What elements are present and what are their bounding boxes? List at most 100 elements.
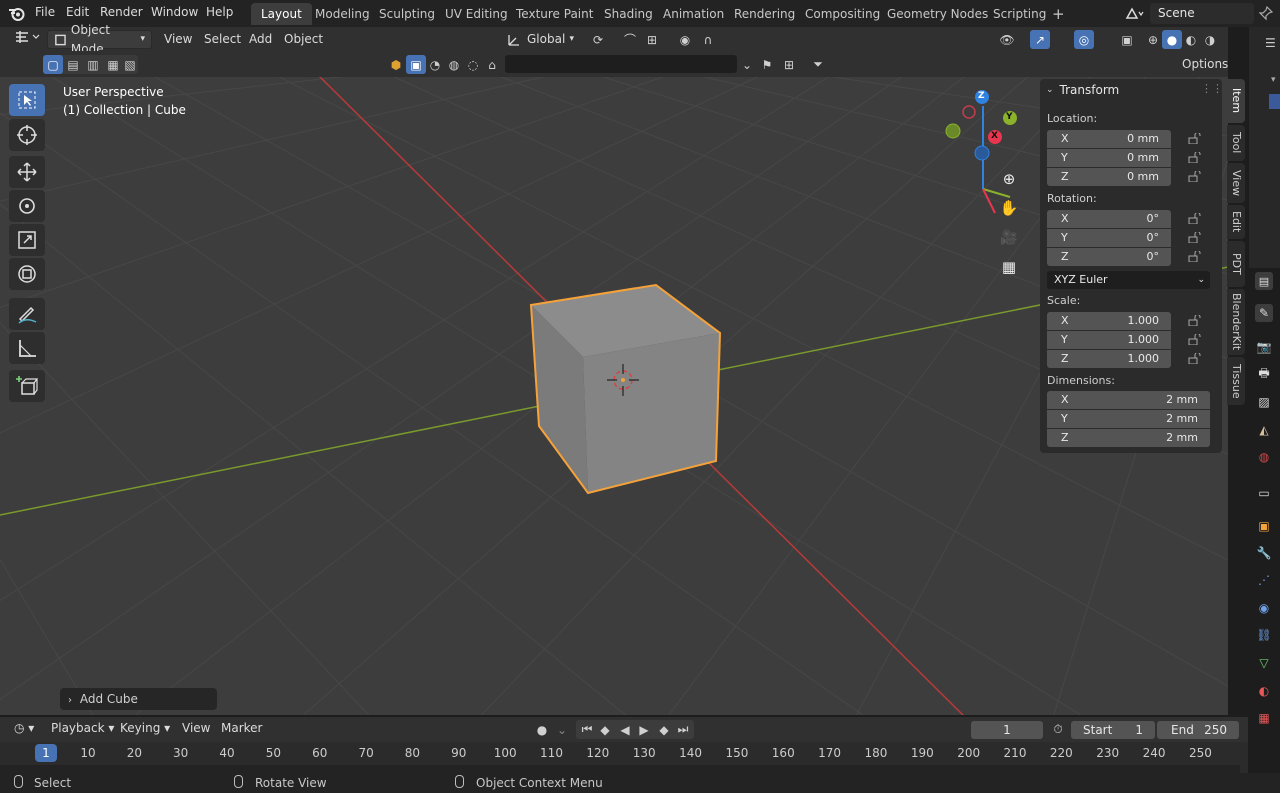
scale-z-field[interactable]: Z 1.000 [1047,350,1171,368]
measure-tool[interactable] [9,332,45,364]
scene-selector[interactable]: Scene [1150,3,1254,24]
fold-icon[interactable]: ⌄ [737,55,757,74]
last-operator-panel[interactable]: › Add Cube [60,688,217,710]
marker-menu[interactable]: Marker [215,719,268,738]
wireframe-shading-icon[interactable]: ⊕ [1143,30,1163,49]
jump-start-icon[interactable]: ⏮ [577,720,597,739]
rotation-z-field[interactable]: Z 0° [1047,248,1171,266]
tab-blenderkit[interactable]: BlenderKit [1227,289,1245,355]
tab-tissue[interactable]: Tissue [1227,357,1245,405]
timeline-body[interactable] [0,765,1248,773]
perspective-toggle-icon[interactable]: ▦ [996,254,1022,280]
pan-hand-icon[interactable]: ✋ [996,195,1022,221]
scale-tool[interactable] [9,224,45,256]
proportional-editing-icon[interactable]: ◉ [675,30,695,49]
pin-icon[interactable] [1258,5,1274,21]
select-intersect-icon[interactable]: ▧ [120,55,140,74]
transform-tool[interactable] [9,258,45,290]
playback-menu[interactable]: Playback ▾ [45,719,120,738]
gizmo-neg-z-icon[interactable] [974,145,990,161]
rotation-x-field[interactable]: X 0° [1047,210,1171,228]
collection-properties-icon[interactable]: ▭ [1255,484,1273,502]
scale-x-field[interactable]: X 1.000 [1047,312,1171,330]
dimensions-y-field[interactable]: Y 2 mm [1047,410,1210,428]
outliner-selected-row[interactable] [1269,94,1280,109]
lock-icon[interactable] [1188,334,1201,345]
data-properties-icon[interactable]: ▽ [1255,654,1273,672]
add-workspace-button[interactable]: + [1042,3,1075,25]
properties-editor-icon[interactable]: ▤ [1255,272,1273,290]
cube-object[interactable] [529,283,722,495]
select-new-icon[interactable]: ▢ [43,55,63,74]
location-z-field[interactable]: Z 0 mm [1047,168,1171,186]
gizmo-neg-x-icon[interactable] [962,105,976,119]
move-tool[interactable] [9,156,45,188]
play-reverse-icon[interactable]: ◀ [615,720,635,739]
render-properties-icon[interactable]: 📷 [1255,338,1273,356]
tab-pdt[interactable]: PDT [1227,241,1245,287]
drag-handle-icon[interactable]: ⋮⋮ [1201,82,1223,95]
cursor-tool[interactable] [9,119,45,151]
annotate-tool[interactable] [9,298,45,330]
lock-icon[interactable] [1188,213,1201,224]
select-menu[interactable]: Select [198,30,247,49]
scale-y-field[interactable]: Y 1.000 [1047,331,1171,349]
zoom-icon[interactable]: ⊕ [996,166,1022,192]
add-cube-tool[interactable] [9,370,45,402]
visibility-icon[interactable]: 👁 [997,30,1017,49]
solid-shading-icon[interactable]: ● [1162,30,1182,49]
rotate-tool[interactable] [9,190,45,222]
menu-file[interactable]: File [35,5,55,19]
menu-help[interactable]: Help [206,5,233,19]
select-extend-icon[interactable]: ▤ [63,55,83,74]
outliner-panel[interactable]: ☰ ▾ [1249,27,1280,268]
object-properties-icon[interactable]: ▣ [1255,517,1273,535]
scene-icon[interactable] [1125,6,1145,21]
jump-keyframe-back-icon[interactable]: ◆ [595,720,615,739]
filter-all-icon[interactable]: ⬢ [386,55,406,74]
material-properties-icon[interactable]: ◐ [1255,682,1273,700]
record-icon[interactable]: ● [532,720,552,739]
chevron-down-icon[interactable]: ⌄ [552,720,572,739]
menu-edit[interactable]: Edit [66,5,89,19]
lock-icon[interactable] [1188,251,1201,262]
view-menu[interactable]: View [158,30,198,49]
timeline-ruler[interactable]: 1 10 20 30 40 50 60 70 80 90 100 110 120 130 140 150 160… [0,742,1248,765]
location-y-field[interactable]: Y 0 mm [1047,149,1171,167]
gizmo-neg-y-icon[interactable] [945,123,961,139]
filter-mesh-icon[interactable]: ▣ [406,55,426,74]
layout-icon[interactable]: ⊞ [779,55,799,74]
lock-icon[interactable] [1188,353,1201,364]
filter-empty-icon[interactable]: ⌂ [482,55,502,74]
add-menu[interactable]: Add [243,30,278,49]
play-icon[interactable]: ▶ [634,720,654,739]
transform-panel-header[interactable]: ⌄ Transform [1046,83,1119,97]
jump-keyframe-forward-icon[interactable]: ◆ [654,720,674,739]
lock-icon[interactable] [1188,232,1201,243]
tab-animation[interactable]: Animation [653,3,734,25]
tab-compositing[interactable]: Compositing [795,3,890,25]
timeline-scrollbar[interactable] [1240,742,1248,773]
jump-end-icon[interactable]: ⏭ [673,720,693,739]
tab-edit[interactable]: Edit [1227,205,1245,239]
particles-icon[interactable]: ⋰ [1255,571,1273,589]
mode-dropdown[interactable]: Object Mode ▾ [47,23,152,56]
world-properties-icon[interactable]: ◍ [1255,448,1273,466]
dimensions-z-field[interactable]: Z 2 mm [1047,429,1210,447]
rotation-mode-dropdown[interactable]: XYZ Euler ⌄ [1047,271,1210,289]
snap-icon[interactable]: ⌒ [620,30,640,49]
current-frame-field[interactable]: 1 [971,721,1043,739]
stopwatch-icon[interactable]: ⏱ [1048,720,1068,739]
select-subtract-icon[interactable]: ▥ [83,55,103,74]
xray-icon[interactable]: ▣ [1117,30,1137,49]
output-properties-icon[interactable]: 🖶 [1255,365,1273,383]
filter-light-icon[interactable]: ◍ [444,55,464,74]
tab-view[interactable]: View [1227,163,1245,203]
falloff-icon[interactable]: ∩ [698,30,718,49]
timeline-view-menu[interactable]: View [176,719,216,738]
tab-layout[interactable]: Layout [251,3,312,25]
outliner-expand-icon[interactable]: ▾ [1271,75,1276,85]
material-shading-icon[interactable]: ◐ [1181,30,1201,49]
dimensions-x-field[interactable]: X 2 mm [1047,391,1210,409]
filter-funnel-icon[interactable]: ⏷ [808,55,828,74]
